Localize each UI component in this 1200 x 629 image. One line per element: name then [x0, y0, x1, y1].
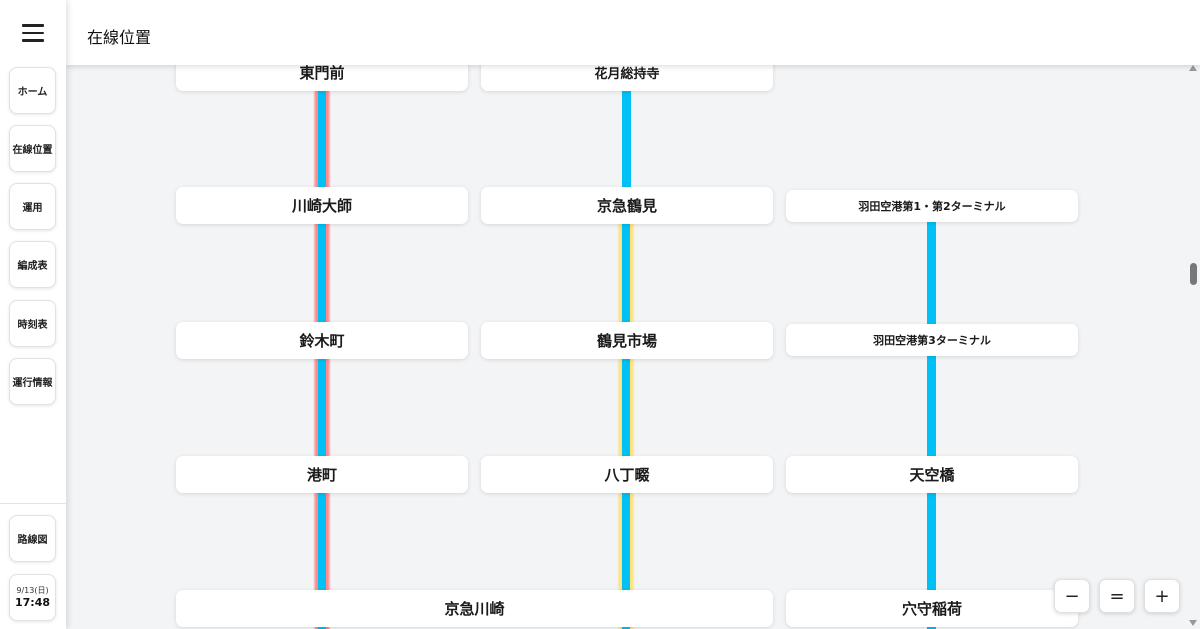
- station-button[interactable]: 羽田空港第1・第2ターミナル: [786, 190, 1078, 222]
- station-button[interactable]: 穴守稲荷: [786, 590, 1078, 627]
- track-main-line-lower: [617, 220, 635, 629]
- sidebar-item-home[interactable]: ホーム: [9, 67, 56, 114]
- station-button[interactable]: 京急鶴見: [481, 187, 773, 224]
- clock: 9/13(日) 17:48: [9, 574, 56, 621]
- track-airport-line: [927, 215, 936, 629]
- track-map[interactable]: 東門前 川崎大師 鈴木町 港町 花月総持寺 京急鶴見 鶴見市場 八丁畷 羽田空港…: [66, 65, 1186, 629]
- sidebar-item-service-info[interactable]: 運行情報: [9, 358, 56, 405]
- station-button[interactable]: 港町: [176, 456, 468, 493]
- sidebar-item-operation[interactable]: 運用: [9, 183, 56, 230]
- clock-time: 17:48: [14, 596, 50, 609]
- vertical-scrollbar[interactable]: [1186, 65, 1200, 629]
- hamburger-menu-icon[interactable]: [11, 16, 55, 50]
- page-title: 在線位置: [87, 28, 152, 47]
- scroll-thumb[interactable]: [1190, 263, 1197, 285]
- sidebar: ホーム 在線位置 運用 編成表 時刻表 運行情報 路線図 9/13(日) 17:…: [0, 0, 66, 629]
- station-button-wide[interactable]: 京急川崎: [176, 590, 773, 627]
- station-button[interactable]: 川崎大師: [176, 187, 468, 224]
- zoom-reset-button[interactable]: =: [1099, 579, 1135, 613]
- station-button[interactable]: 鶴見市場: [481, 322, 773, 359]
- menu-bar: [22, 31, 44, 35]
- scroll-down-arrow-icon[interactable]: [1189, 620, 1197, 626]
- menu-bar: [22, 39, 44, 42]
- sidebar-item-train-position[interactable]: 在線位置: [9, 125, 56, 172]
- station-button[interactable]: 羽田空港第3ターミナル: [786, 324, 1078, 356]
- zoom-out-button[interactable]: −: [1054, 579, 1090, 613]
- scroll-up-arrow-icon[interactable]: [1189, 65, 1197, 71]
- station-button[interactable]: 東門前: [176, 65, 468, 91]
- clock-date: 9/13(日): [16, 586, 49, 595]
- route-map-button[interactable]: 路線図: [9, 515, 56, 562]
- sidebar-item-formation[interactable]: 編成表: [9, 241, 56, 288]
- station-button[interactable]: 花月総持寺: [481, 65, 773, 91]
- sidebar-item-timetable[interactable]: 時刻表: [9, 300, 56, 347]
- zoom-in-button[interactable]: +: [1144, 579, 1180, 613]
- sidebar-divider: [0, 503, 66, 504]
- header: 在線位置: [66, 0, 1200, 65]
- station-button[interactable]: 天空橋: [786, 456, 1078, 493]
- station-button[interactable]: 鈴木町: [176, 322, 468, 359]
- station-button[interactable]: 八丁畷: [481, 456, 773, 493]
- menu-bar: [22, 24, 44, 27]
